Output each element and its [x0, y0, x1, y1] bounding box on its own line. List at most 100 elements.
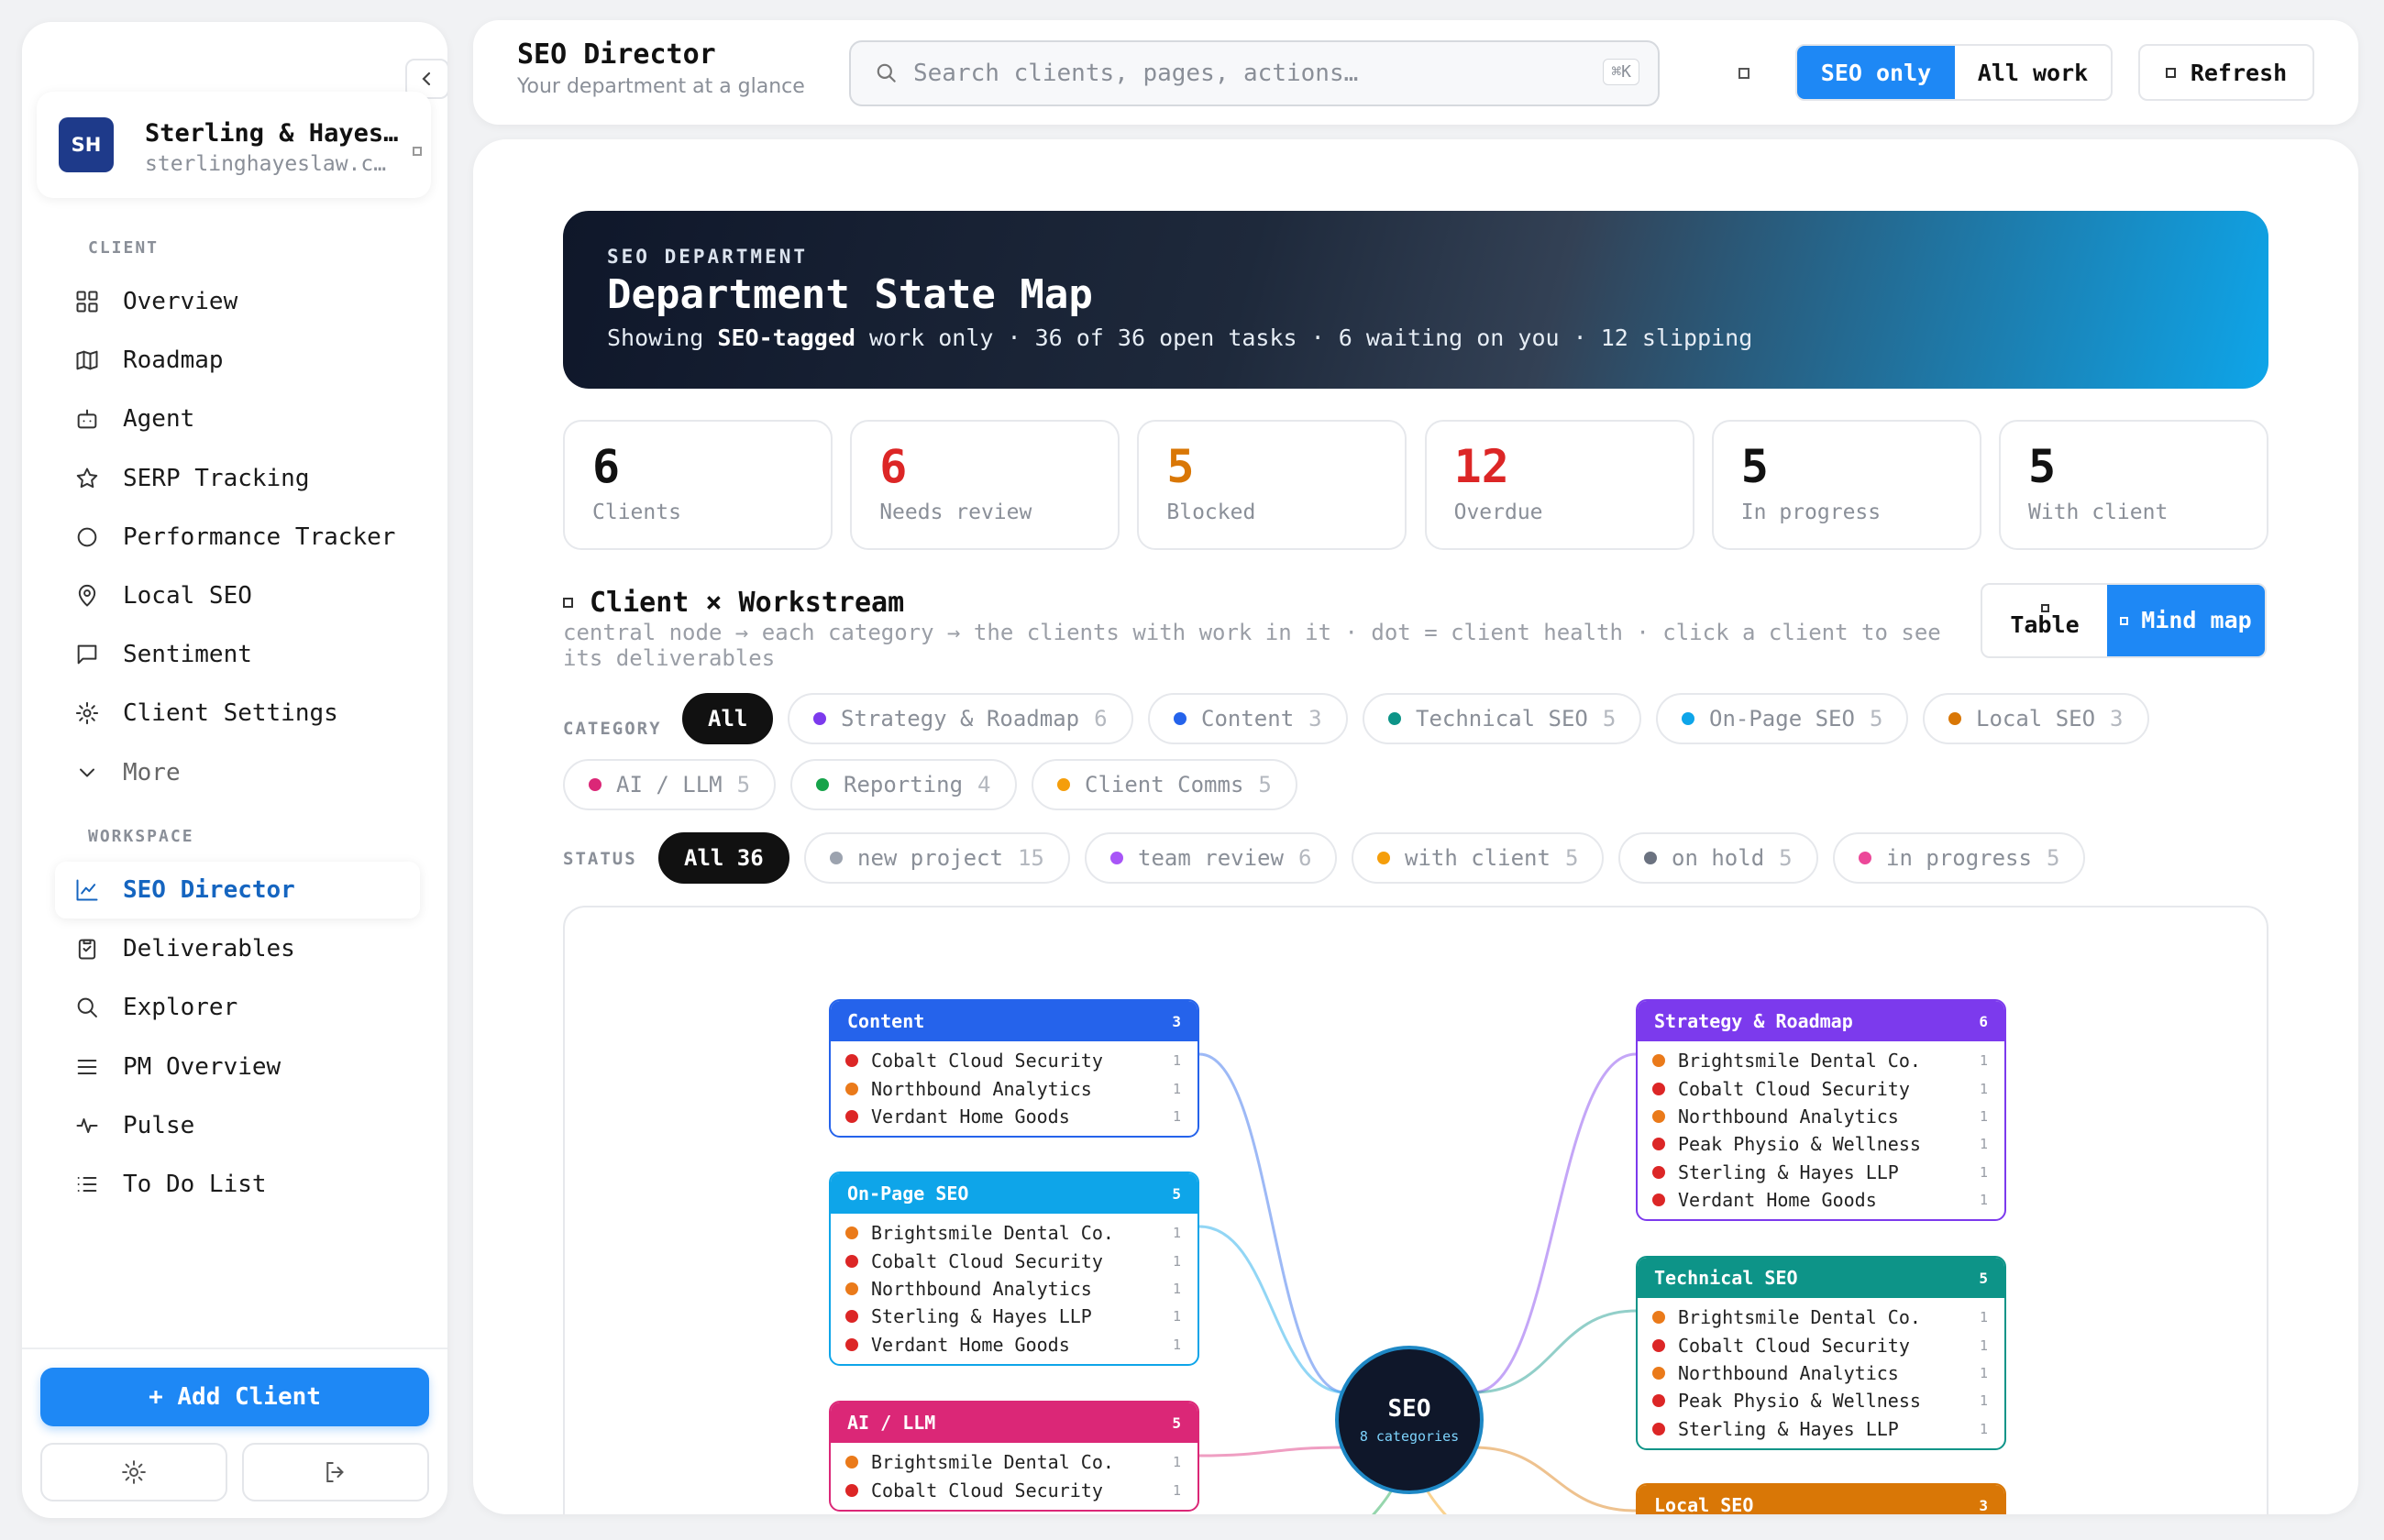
sidebar-item-pulse[interactable]: Pulse — [55, 1097, 420, 1154]
category-all-chip[interactable]: All — [682, 693, 774, 744]
sidebar-item-seo-director[interactable]: SEO Director — [55, 862, 420, 918]
sidebar-item-roadmap[interactable]: Roadmap — [55, 332, 420, 389]
status-chip-in-progress[interactable]: in progress 5 — [1833, 832, 2086, 884]
sidebar-item-explorer[interactable]: Explorer — [55, 979, 420, 1036]
client-row-count: 1 — [1979, 1052, 1988, 1070]
search-input[interactable] — [913, 60, 1555, 87]
client-row[interactable]: Brightsmile Dental Co. 1 — [831, 1448, 1198, 1476]
nav-label: SEO Director — [123, 876, 295, 904]
category-node-count: 5 — [1172, 1184, 1181, 1203]
stat-card-blocked[interactable]: 5 Blocked — [1137, 420, 1407, 550]
client-row[interactable]: Cobalt Cloud Security 1 — [831, 1247, 1198, 1274]
client-row[interactable]: Cobalt Cloud Security 1 — [1638, 1331, 2004, 1358]
category-node-local-seo[interactable]: Local SEO 3 — [1636, 1483, 2006, 1514]
refresh-button[interactable]: Refresh — [2138, 44, 2314, 101]
table-view-button[interactable]: Table — [1982, 585, 2107, 656]
chip-label: with client — [1405, 845, 1551, 871]
client-row[interactable]: Peak Physio & Wellness 1 — [1638, 1387, 2004, 1414]
client-health-dot — [1652, 1054, 1665, 1068]
category-chip-ai-llm[interactable]: AI / LLM 5 — [563, 759, 777, 810]
client-row[interactable]: Northbound Analytics 1 — [1638, 1103, 2004, 1130]
category-node-ai-llm[interactable]: AI / LLM 5 Brightsmile Dental Co. 1 Cobalt C… — [829, 1401, 1199, 1512]
mind-map-center-node[interactable]: SEO 8 categories — [1335, 1346, 1484, 1494]
client-row[interactable]: Brightsmile Dental Co. 1 — [1638, 1304, 2004, 1331]
circle-icon — [73, 523, 101, 551]
settings-button[interactable] — [40, 1443, 227, 1502]
status-chip-team-review[interactable]: team review 6 — [1085, 832, 1338, 884]
stat-value: 6 — [879, 440, 908, 493]
stat-card-needs-review[interactable]: 6 Needs review — [850, 420, 1120, 550]
category-node-count: 6 — [1979, 1012, 1988, 1030]
status-chip-on-hold[interactable]: on hold 5 — [1618, 832, 1818, 884]
sidebar-item-client-settings[interactable]: Client Settings — [55, 685, 420, 742]
category-chip-client-comms[interactable]: Client Comms 5 — [1032, 759, 1297, 810]
notification-icon[interactable] — [1738, 68, 1749, 79]
client-row[interactable]: Northbound Analytics 1 — [831, 1074, 1198, 1102]
client-row-count: 1 — [1979, 1392, 1988, 1410]
stat-value: 5 — [2028, 440, 2057, 493]
client-row[interactable]: Cobalt Cloud Security 1 — [831, 1047, 1198, 1074]
category-chip-strategy-roadmap[interactable]: Strategy & Roadmap 6 — [788, 693, 1133, 744]
sidebar-item-sentiment[interactable]: Sentiment — [55, 626, 420, 683]
client-row[interactable]: Sterling & Hayes LLP 1 — [1638, 1159, 2004, 1186]
client-row[interactable]: Cobalt Cloud Security 1 — [1638, 1074, 2004, 1102]
client-avatar: SH — [59, 117, 114, 172]
client-row[interactable]: Verdant Home Goods 1 — [831, 1103, 1198, 1130]
client-row[interactable]: Cobalt Cloud Security 1 — [831, 1476, 1198, 1503]
client-row-count: 1 — [1172, 1225, 1181, 1242]
category-node-technical-seo[interactable]: Technical SEO 5 Brightsmile Dental Co. 1 Cob… — [1636, 1256, 2006, 1450]
client-row[interactable]: Peak Physio & Wellness 1 — [1638, 1130, 2004, 1158]
sidebar-item-performance-tracker[interactable]: Performance Tracker — [55, 509, 420, 566]
search-icon — [877, 63, 896, 82]
client-switcher[interactable]: SH Sterling & Hayes… sterlinghayeslaw.c… — [37, 92, 431, 198]
category-chip-content[interactable]: Content 3 — [1148, 693, 1348, 744]
category-chip-reporting[interactable]: Reporting 4 — [790, 759, 1017, 810]
client-row[interactable]: Brightsmile Dental Co. 1 — [1638, 1047, 2004, 1074]
client-domain: sterlinghayeslaw.c… — [145, 152, 387, 176]
client-row[interactable]: Sterling & Hayes LLP 1 — [831, 1303, 1198, 1330]
category-node-content[interactable]: Content 3 Cobalt Cloud Security 1 Northbound… — [829, 999, 1199, 1138]
sidebar-item-local-seo[interactable]: Local SEO — [55, 567, 420, 624]
sidebar-item-overview[interactable]: Overview — [55, 273, 420, 330]
status-chip-new-project[interactable]: new project 15 — [804, 832, 1070, 884]
stat-card-in-progress[interactable]: 5 In progress — [1711, 420, 1981, 550]
search-box[interactable]: ⌘K — [849, 40, 1660, 106]
client-row-name: Verdant Home Goods — [871, 1105, 1070, 1128]
client-row[interactable]: Sterling & Hayes LLP 1 — [1638, 1415, 2004, 1443]
client-row[interactable]: Verdant Home Goods 1 — [1638, 1186, 2004, 1214]
stat-label: In progress — [1740, 500, 1882, 524]
stat-card-clients[interactable]: 6 Clients — [563, 420, 833, 550]
category-chip-local-seo[interactable]: Local SEO 3 — [1923, 693, 2149, 744]
category-node-header: Local SEO 3 — [1638, 1485, 2004, 1514]
client-row[interactable]: Brightsmile Dental Co. 1 — [831, 1219, 1198, 1247]
client-row[interactable]: Verdant Home Goods 1 — [831, 1331, 1198, 1358]
category-chip-technical-seo[interactable]: Technical SEO 5 — [1363, 693, 1642, 744]
category-node-strategy-roadmap[interactable]: Strategy & Roadmap 6 Brightsmile Dental Co… — [1636, 999, 2006, 1222]
chip-count: 3 — [1308, 706, 1322, 732]
client-row[interactable]: Northbound Analytics 1 — [1638, 1359, 2004, 1387]
add-client-button[interactable]: + Add Client — [40, 1368, 429, 1426]
stat-card-overdue[interactable]: 12 Overdue — [1424, 420, 1694, 550]
seo-only-button[interactable]: SEO only — [1797, 46, 1955, 99]
hero-summary-pre: Showing — [607, 324, 718, 351]
category-node-on-page-seo[interactable]: On-Page SEO 5 Brightsmile Dental Co. 1 Cobal… — [829, 1172, 1199, 1366]
sidebar-item-to-do-list[interactable]: To Do List — [55, 1156, 420, 1213]
status-chip-with-client[interactable]: with client 5 — [1352, 832, 1605, 884]
client-health-dot — [1652, 1311, 1665, 1325]
sidebar-item-pm-overview[interactable]: PM Overview — [55, 1039, 420, 1095]
stat-card-with-client[interactable]: 5 With client — [1999, 420, 2268, 550]
client-row[interactable]: Northbound Analytics 1 — [831, 1275, 1198, 1303]
category-chip-on-page-seo[interactable]: On-Page SEO 5 — [1656, 693, 1909, 744]
sidebar-item-deliverables[interactable]: Deliverables — [55, 920, 420, 977]
pin-icon — [73, 582, 101, 610]
status-all-chip[interactable]: All 36 — [658, 832, 789, 884]
chip-label: AI / LLM — [616, 772, 723, 798]
logout-button[interactable] — [242, 1443, 429, 1502]
topbar: SEO Director Your department at a glance… — [473, 20, 2358, 125]
mindmap-view-button[interactable]: Mind map — [2107, 585, 2265, 656]
sidebar-item-more[interactable]: More — [55, 744, 420, 801]
sidebar-item-agent[interactable]: Agent — [55, 390, 420, 447]
sidebar-item-serp-tracking[interactable]: SERP Tracking — [55, 450, 420, 507]
all-work-button[interactable]: All work — [1955, 46, 2111, 99]
center-node-title: SEO — [1387, 1395, 1431, 1423]
